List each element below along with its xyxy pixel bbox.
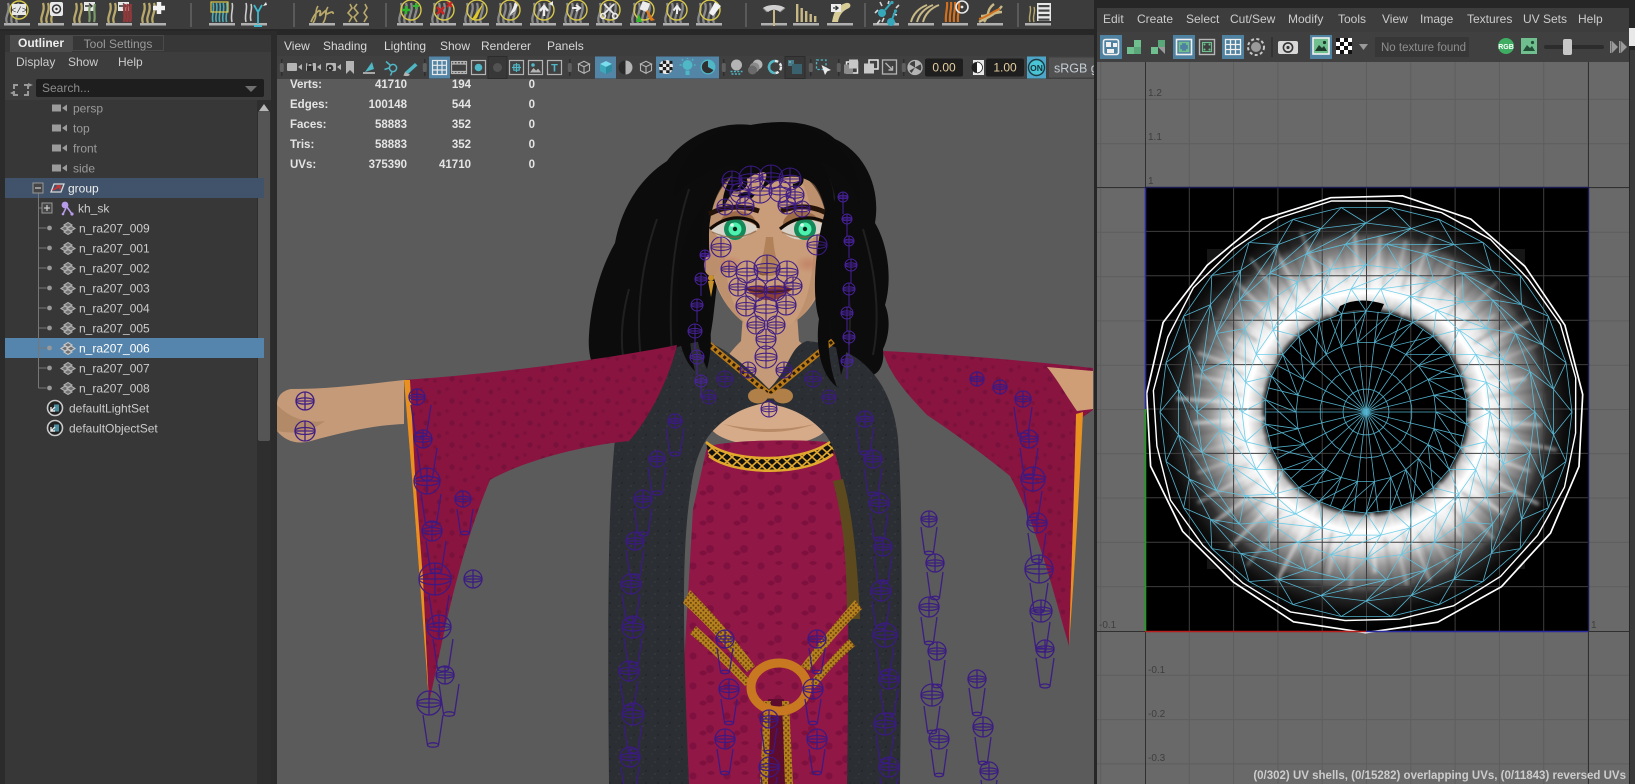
- svg-text:-0.2: -0.2: [1148, 709, 1166, 720]
- svg-text:n_ra207_001: n_ra207_001: [79, 242, 150, 256]
- svg-text:RGB: RGB: [1498, 44, 1514, 51]
- svg-text:41710: 41710: [439, 159, 471, 171]
- svg-text:front: front: [73, 142, 98, 156]
- svg-text:Faces:: Faces:: [290, 119, 326, 131]
- svg-text:defaultLightSet: defaultLightSet: [69, 402, 150, 416]
- svg-text:352: 352: [452, 139, 471, 151]
- svg-text:0.00: 0.00: [932, 61, 956, 75]
- svg-text:58883: 58883: [375, 119, 407, 131]
- svg-text:n_ra207_003: n_ra207_003: [79, 282, 150, 296]
- svg-text:0: 0: [529, 119, 535, 131]
- svg-text:Tris:: Tris:: [290, 139, 314, 151]
- svg-text:n_ra207_008: n_ra207_008: [79, 382, 150, 396]
- svg-text:n_ra207_002: n_ra207_002: [79, 262, 150, 276]
- svg-text:0: 0: [529, 99, 535, 111]
- svg-text:58883: 58883: [375, 139, 407, 151]
- svg-text:Edges:: Edges:: [290, 99, 328, 111]
- svg-text:T: T: [551, 63, 558, 75]
- svg-text:group: group: [68, 182, 99, 196]
- svg-text:1: 1: [1148, 176, 1154, 187]
- svg-text:1.00: 1.00: [993, 61, 1017, 75]
- svg-text:persp: persp: [73, 102, 103, 116]
- svg-text:-0.1: -0.1: [1099, 620, 1117, 631]
- svg-text:41710: 41710: [375, 79, 407, 91]
- svg-text:(0/302) UV shells, (0/15282) o: (0/302) UV shells, (0/15282) overlapping…: [1253, 770, 1626, 782]
- svg-text:n_ra207_004: n_ra207_004: [79, 302, 150, 316]
- svg-text:0: 0: [529, 159, 535, 171]
- svg-text:544: 544: [452, 99, 472, 111]
- svg-text:No texture found: No texture found: [1381, 42, 1466, 54]
- svg-text:defaultObjectSet: defaultObjectSet: [69, 422, 158, 436]
- svg-text:-0.3: -0.3: [1148, 753, 1166, 764]
- svg-text:top: top: [73, 122, 90, 136]
- svg-text:375390: 375390: [369, 159, 407, 171]
- svg-text:352: 352: [452, 119, 471, 131]
- svg-text:UVs:: UVs:: [290, 159, 316, 171]
- svg-text:0: 0: [529, 79, 535, 91]
- svg-text:Verts:: Verts:: [290, 79, 322, 91]
- svg-text:1.2: 1.2: [1148, 88, 1162, 99]
- svg-text:1: 1: [1591, 620, 1597, 631]
- svg-text:n_ra207_007: n_ra207_007: [79, 362, 150, 376]
- svg-text:side: side: [73, 162, 95, 176]
- svg-text:sRGB ga: sRGB ga: [1054, 62, 1094, 76]
- svg-text:ON: ON: [1030, 63, 1043, 73]
- svg-text:100148: 100148: [369, 99, 408, 111]
- svg-text:-0.1: -0.1: [1148, 665, 1166, 676]
- svg-text:n_ra207_006: n_ra207_006: [79, 342, 150, 356]
- svg-text:194: 194: [452, 79, 472, 91]
- svg-text:n_ra207_009: n_ra207_009: [79, 222, 150, 236]
- svg-text:kh_sk: kh_sk: [78, 202, 110, 216]
- svg-text:</>: </>: [11, 6, 27, 16]
- svg-text:0: 0: [529, 139, 535, 151]
- svg-text:n_ra207_005: n_ra207_005: [79, 322, 150, 336]
- svg-text:1.1: 1.1: [1148, 132, 1162, 143]
